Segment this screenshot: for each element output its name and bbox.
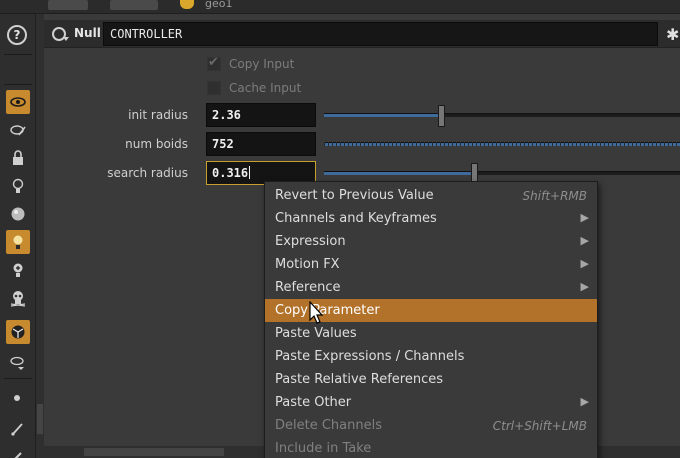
init-radius-field[interactable]: 2.36 — [206, 103, 316, 127]
lock-icon[interactable] — [6, 146, 30, 170]
node-type-label: Null — [74, 26, 101, 40]
menu-item-label: Reference — [275, 280, 341, 295]
path-node-label[interactable]: geo1 — [205, 0, 232, 10]
node-name-input[interactable]: CONTROLLER — [103, 22, 658, 46]
bulb-outline-icon[interactable] — [6, 174, 30, 198]
num-boids-field[interactable]: 752 — [206, 132, 316, 156]
menu-item-label: Copy Parameter — [275, 303, 380, 318]
submenu-arrow-icon: ▶ — [580, 211, 589, 224]
menu-item-label: Paste Other — [275, 395, 352, 410]
sphere-icon[interactable] — [6, 202, 30, 226]
copy-input-checkbox[interactable] — [207, 55, 221, 71]
init-radius-slider[interactable] — [324, 105, 680, 127]
text-caret — [249, 166, 251, 179]
toolbar-divider — [4, 84, 32, 85]
menu-item-paste-expressions[interactable]: Paste Expressions / Channels — [265, 345, 597, 368]
menu-item-label: Paste Values — [275, 326, 357, 341]
menu-item-label: Delete Channels — [275, 418, 382, 433]
menu-item-label: Expression — [275, 234, 346, 249]
bulb-plus-icon[interactable] — [6, 258, 30, 282]
slider-fill — [324, 172, 474, 175]
menu-item-paste-other[interactable]: Paste Other ▶ — [265, 391, 597, 414]
num-boids-label: num boids — [125, 137, 188, 151]
geo-node-icon — [180, 0, 194, 9]
help-icon[interactable]: ? — [7, 25, 27, 45]
cache-input-checkbox[interactable] — [207, 81, 221, 95]
menu-item-label: Paste Relative References — [275, 372, 444, 387]
menu-item-reference[interactable]: Reference ▶ — [265, 276, 597, 299]
submenu-arrow-icon: ▶ — [580, 395, 589, 408]
gear-icon[interactable]: ✱ — [666, 25, 679, 44]
search-radius-label: search radius — [107, 166, 188, 180]
menu-item-label: Paste Expressions / Channels — [275, 349, 465, 364]
menu-item-delete-channels: Delete Channels Ctrl+Shift+LMB — [265, 414, 597, 437]
eye-menu-icon[interactable] — [6, 350, 30, 374]
toolbar-divider — [4, 378, 32, 379]
pencil-view-icon[interactable] — [6, 118, 30, 142]
eye-icon[interactable] — [6, 90, 30, 114]
left-toolbar: ? — [0, 14, 36, 458]
search-radius-value: 0.316 — [212, 166, 249, 180]
copy-input-label: Copy Input — [229, 57, 295, 71]
slider-ticks — [324, 142, 680, 146]
bulb-icon[interactable] — [6, 230, 30, 254]
menu-item-label: Channels and Keyframes — [275, 211, 437, 226]
cache-input-label: Cache Input — [229, 81, 302, 95]
copy-input-toggle[interactable]: Copy Input — [207, 55, 295, 72]
scrollbar-thumb[interactable] — [37, 404, 43, 434]
nav-arrows-icon[interactable] — [48, 0, 88, 10]
search-radius-slider[interactable] — [324, 163, 680, 185]
path-segment[interactable] — [110, 0, 158, 10]
cache-input-toggle[interactable]: Cache Input — [207, 80, 301, 96]
menu-item-shortcut: Shift+RMB — [522, 189, 587, 203]
init-radius-label: init radius — [128, 108, 188, 122]
menu-item-revert[interactable]: Revert to Previous Value Shift+RMB — [265, 184, 597, 207]
submenu-arrow-icon: ▶ — [580, 257, 589, 270]
pen-icon[interactable] — [6, 442, 30, 458]
menu-item-paste-values[interactable]: Paste Values — [265, 322, 597, 345]
menu-item-paste-relative[interactable]: Paste Relative References — [265, 368, 597, 391]
skull-icon[interactable] — [6, 286, 30, 310]
menu-item-channels-keyframes[interactable]: Channels and Keyframes ▶ — [265, 207, 597, 230]
scrollbar-thumb[interactable] — [84, 448, 224, 456]
menu-item-include-in-take: Include in Take — [265, 437, 597, 458]
menu-item-shortcut: Ctrl+Shift+LMB — [492, 419, 587, 433]
slider-fill — [324, 114, 441, 117]
ball-icon[interactable] — [6, 320, 30, 344]
vertical-scrollbar[interactable] — [36, 14, 44, 458]
menu-item-expression[interactable]: Expression ▶ — [265, 230, 597, 253]
dot-icon[interactable] — [14, 395, 20, 401]
mouse-cursor-icon — [309, 301, 324, 324]
menu-item-label: Revert to Previous Value — [275, 188, 434, 203]
node-header: Null CONTROLLER ✱ — [44, 20, 680, 48]
menu-item-label: Include in Take — [275, 441, 372, 456]
needle-icon[interactable] — [6, 416, 30, 440]
dropdown-arrow-icon[interactable] — [63, 37, 69, 41]
submenu-arrow-icon: ▶ — [580, 234, 589, 247]
menu-item-label: Motion FX — [275, 257, 340, 272]
submenu-arrow-icon: ▶ — [580, 280, 589, 293]
slider-handle[interactable] — [438, 105, 445, 127]
menu-item-motion-fx[interactable]: Motion FX ▶ — [265, 253, 597, 276]
toolbar-divider — [4, 54, 32, 55]
path-bar: geo1 — [0, 0, 680, 14]
